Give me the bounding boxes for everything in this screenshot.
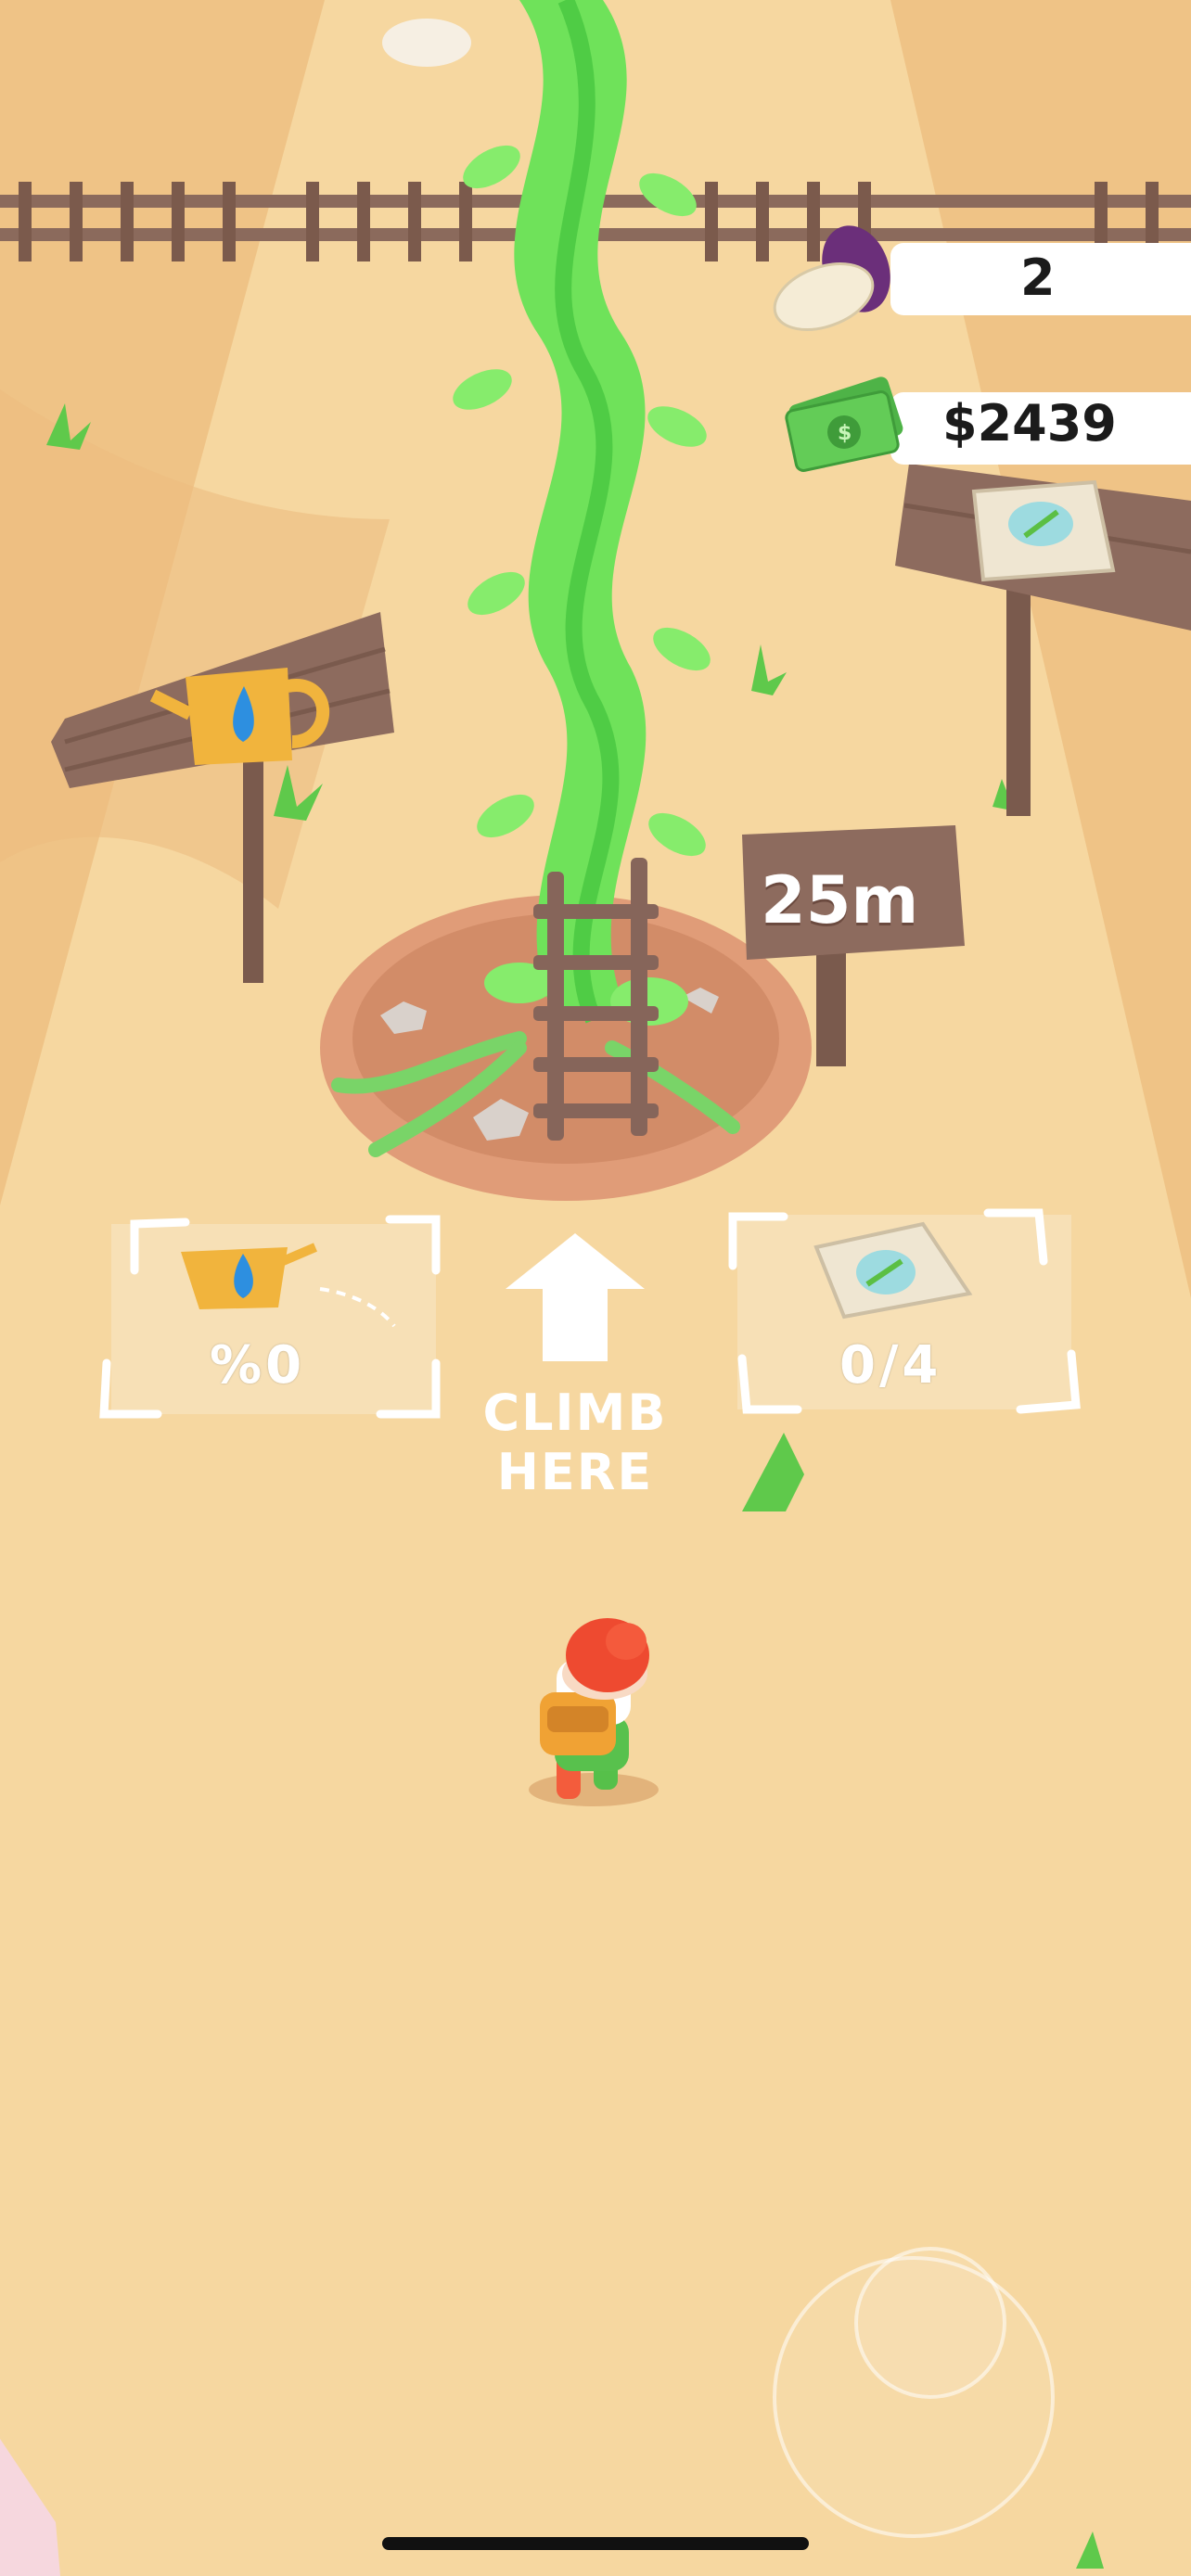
bean-icon	[773, 225, 890, 331]
svg-text:$: $	[838, 422, 852, 445]
game-scene	[0, 0, 1191, 2576]
seed-bag-icon	[971, 479, 1116, 582]
cash-icon: $	[785, 376, 903, 472]
bean-item	[382, 19, 471, 67]
cash-amount: $2439	[942, 394, 1117, 453]
seed-progress-label: 0/4	[839, 1335, 942, 1396]
beanstalk-height-label: 25m	[761, 862, 919, 938]
water-progress-label: %0	[210, 1335, 306, 1396]
home-indicator[interactable]	[382, 2537, 809, 2550]
climb-label-line2: HERE	[496, 1443, 654, 1501]
climb-here-label: CLIMB HERE	[436, 1384, 714, 1502]
beans-count: 2	[1020, 249, 1056, 307]
climb-label-line1: CLIMB	[482, 1384, 668, 1442]
